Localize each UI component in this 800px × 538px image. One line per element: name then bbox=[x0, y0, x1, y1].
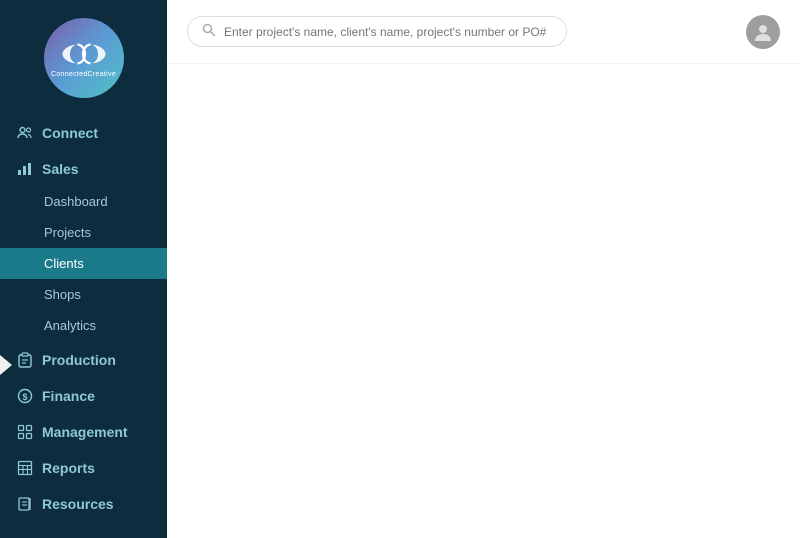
people-icon bbox=[16, 124, 34, 142]
avatar-inner bbox=[746, 15, 780, 49]
resources-label: Resources bbox=[42, 496, 114, 512]
sidebar-item-sales[interactable]: Sales bbox=[0, 150, 167, 186]
topbar bbox=[167, 0, 800, 64]
logo-area: ConnectedCreative bbox=[0, 0, 167, 114]
finance-label: Finance bbox=[42, 388, 95, 404]
sidebar-item-resources[interactable]: Resources bbox=[0, 485, 167, 521]
sidebar-item-projects[interactable]: Projects bbox=[0, 217, 167, 248]
sidebar-item-connect[interactable]: Connect bbox=[0, 114, 167, 150]
sidebar-item-dashboard[interactable]: Dashboard bbox=[0, 186, 167, 217]
reports-label: Reports bbox=[42, 460, 95, 476]
sidebar-item-reports[interactable]: Reports bbox=[0, 449, 167, 485]
search-input[interactable] bbox=[224, 25, 552, 39]
book-icon bbox=[16, 495, 34, 513]
main-content bbox=[167, 0, 800, 538]
sidebar-item-finance[interactable]: $ Finance bbox=[0, 377, 167, 413]
dollar-icon: $ bbox=[16, 387, 34, 405]
grid-icon bbox=[16, 423, 34, 441]
sales-label: Sales bbox=[42, 161, 79, 177]
search-bar[interactable] bbox=[187, 16, 567, 47]
logo-text: ConnectedCreative bbox=[51, 71, 116, 78]
logo-circle: ConnectedCreative bbox=[44, 18, 124, 98]
connect-label: Connect bbox=[42, 125, 98, 141]
section-arrow-indicator bbox=[0, 355, 12, 375]
table-icon bbox=[16, 459, 34, 477]
clipboard-icon bbox=[16, 351, 34, 369]
sidebar-item-production[interactable]: Production bbox=[0, 341, 167, 377]
page-body bbox=[167, 64, 800, 538]
avatar[interactable] bbox=[746, 15, 780, 49]
sidebar-item-shops[interactable]: Shops bbox=[0, 279, 167, 310]
sidebar-item-clients[interactable]: Clients bbox=[0, 248, 167, 279]
logo-svg bbox=[60, 39, 108, 69]
svg-text:$: $ bbox=[22, 392, 27, 402]
sidebar-item-analytics[interactable]: Analytics bbox=[0, 310, 167, 341]
production-label: Production bbox=[42, 352, 116, 368]
management-label: Management bbox=[42, 424, 128, 440]
search-icon bbox=[202, 23, 216, 40]
sidebar: ConnectedCreative Connect Sales Dashboar… bbox=[0, 0, 167, 538]
sidebar-item-management[interactable]: Management bbox=[0, 413, 167, 449]
bar-chart-icon bbox=[16, 160, 34, 178]
